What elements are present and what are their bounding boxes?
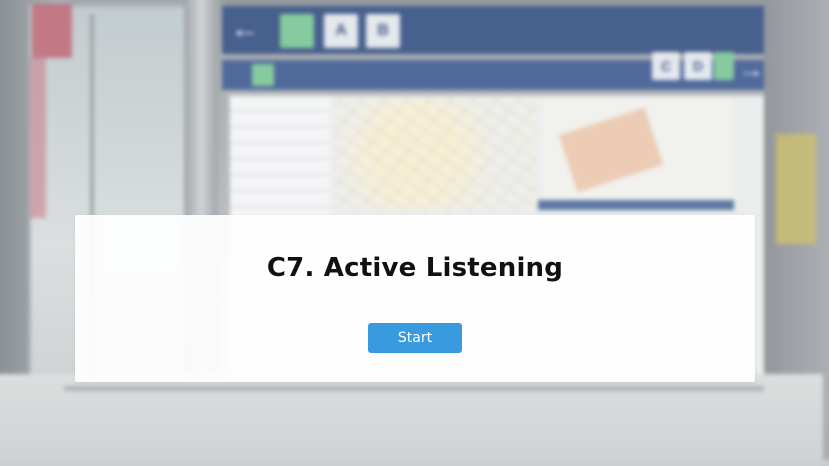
start-button[interactable]: Start: [368, 323, 462, 353]
intro-card: C7. Active Listening Start: [75, 215, 755, 382]
lesson-title: C7. Active Listening: [266, 253, 564, 283]
